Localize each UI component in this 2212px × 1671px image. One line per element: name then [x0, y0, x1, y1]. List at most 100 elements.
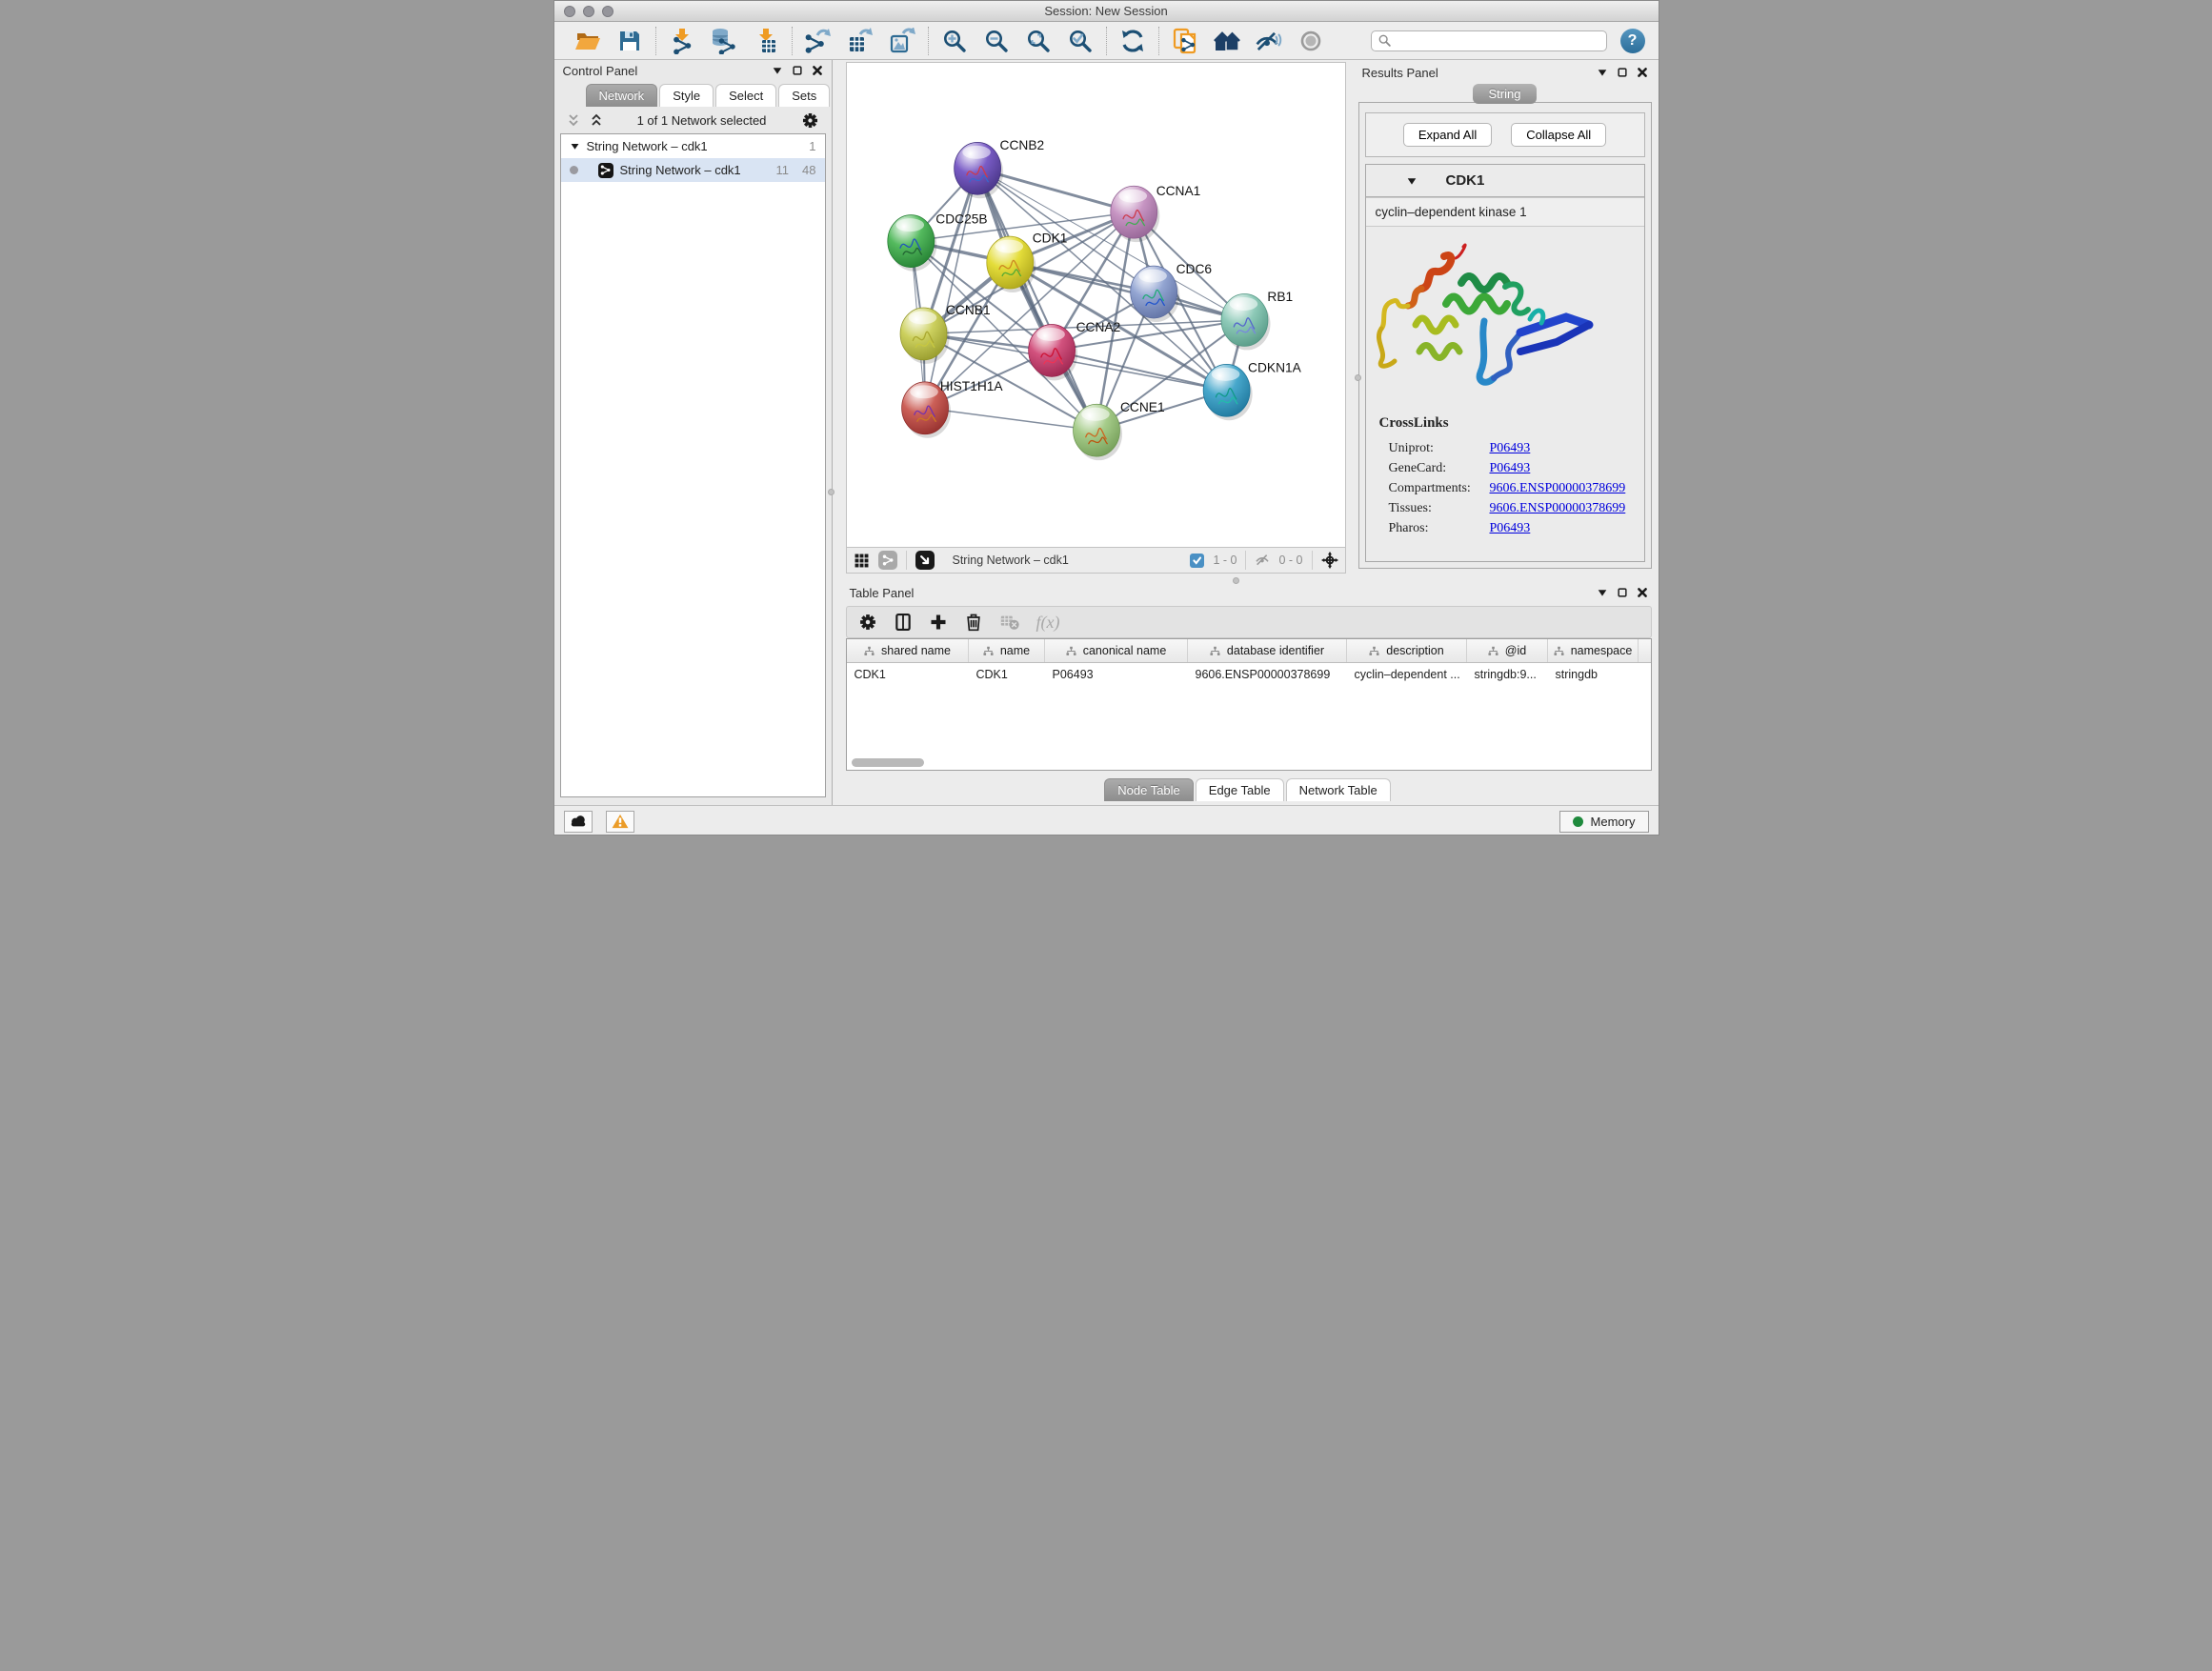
node-label-cdc6: CDC6 [1176, 262, 1211, 276]
string-home-button[interactable] [1214, 28, 1240, 54]
table-cell[interactable]: stringdb [1548, 668, 1639, 681]
export-image-button[interactable] [889, 28, 915, 54]
birds-eye-grid-button[interactable] [854, 553, 870, 569]
import-network-database-button[interactable] [711, 28, 737, 54]
column-header-canonical-name[interactable]: canonical name [1045, 639, 1188, 662]
delete-column-trash-icon[interactable] [964, 613, 983, 632]
network-overview-share-button[interactable] [878, 551, 897, 570]
network-graph[interactable]: CCNB2CCNA1CDC25BCDK1CDC6RB1CCNB1CCNA2CDK… [847, 63, 1345, 547]
results-panel-close-icon[interactable] [1637, 67, 1648, 78]
left-splitter-handle[interactable] [828, 489, 835, 495]
expand-all-button[interactable]: Expand All [1403, 123, 1492, 147]
collection-expander-icon[interactable] [570, 141, 580, 151]
table-horizontal-scrollbar[interactable] [852, 758, 924, 767]
node-label-hist1h1a: HIST1H1A [939, 379, 1003, 393]
zoom-out-button[interactable] [983, 28, 1010, 54]
memory-label: Memory [1591, 815, 1636, 829]
zoom-in-button[interactable] [941, 28, 968, 54]
crosslink-pharos-[interactable]: P06493 [1490, 521, 1644, 536]
table-cell[interactable]: CDK1 [969, 668, 1045, 681]
show-labels-button[interactable] [1297, 28, 1324, 54]
collapse-all-networks-icon[interactable] [567, 113, 580, 127]
crosslink-compartments-[interactable]: 9606.ENSP00000378699 [1490, 481, 1644, 496]
gene-header[interactable]: CDK1 [1366, 165, 1644, 197]
column-header-namespace[interactable]: namespace [1548, 639, 1639, 662]
table-row[interactable]: CDK1CDK1P064939606.ENSP00000378699cyclin… [847, 663, 1651, 685]
collapse-all-button[interactable]: Collapse All [1511, 123, 1606, 147]
string-import-button[interactable] [1172, 28, 1198, 54]
selected-checkbox-icon[interactable] [1190, 554, 1204, 568]
import-network-file-button[interactable] [669, 28, 695, 54]
save-session-button[interactable] [616, 28, 643, 54]
warnings-button[interactable] [606, 811, 634, 833]
string-hide-glass-button[interactable] [1256, 28, 1282, 54]
export-table-button[interactable] [847, 28, 874, 54]
results-panel-float-icon[interactable] [1617, 67, 1628, 78]
table-panel-collapse-icon[interactable] [1597, 587, 1608, 598]
zoom-selected-button[interactable] [1067, 28, 1094, 54]
fit-content-crosshair-icon[interactable] [1321, 552, 1338, 569]
column-header-description[interactable]: description [1347, 639, 1467, 662]
add-column-icon[interactable] [929, 613, 948, 632]
tab-network[interactable]: Network [586, 84, 658, 107]
cloud-status-button[interactable] [564, 811, 593, 833]
search-field[interactable] [1397, 33, 1600, 49]
expand-all-networks-icon[interactable] [590, 113, 603, 127]
string-documents-icon [1172, 28, 1198, 54]
control-panel-collapse-icon[interactable] [772, 65, 783, 76]
network-row[interactable]: String Network – cdk1 11 48 [561, 158, 825, 182]
export-network-button[interactable] [805, 28, 832, 54]
open-session-button[interactable] [574, 28, 601, 54]
show-columns-icon[interactable] [894, 613, 913, 632]
zoom-window-button[interactable] [602, 6, 613, 17]
table-header-row: shared namenamecanonical namedatabase id… [847, 639, 1651, 663]
table-cell[interactable]: P06493 [1045, 668, 1188, 681]
crosslink-label: Pharos: [1389, 521, 1490, 536]
table-cell[interactable]: stringdb:9... [1467, 668, 1548, 681]
detach-view-button[interactable] [915, 551, 935, 570]
gene-section: CDK1 cyclin–dependent kinase 1 [1365, 164, 1645, 562]
apply-layout-button[interactable] [1119, 28, 1146, 54]
network-canvas[interactable]: CCNB2CCNA1CDC25BCDK1CDC6RB1CCNB1CCNA2CDK… [846, 62, 1346, 547]
tab-string[interactable]: String [1473, 84, 1538, 104]
crosslink-tissues-[interactable]: 9606.ENSP00000378699 [1490, 501, 1644, 516]
zoom-selected-icon [1067, 28, 1094, 54]
column-header-database-identifier[interactable]: database identifier [1188, 639, 1347, 662]
crosslink-genecard-[interactable]: P06493 [1490, 461, 1644, 476]
tab-select[interactable]: Select [715, 84, 776, 107]
import-table-button[interactable] [753, 28, 779, 54]
column-header-name[interactable]: name [969, 639, 1045, 662]
table-cell[interactable]: CDK1 [847, 668, 969, 681]
help-button[interactable]: ? [1620, 29, 1645, 53]
results-panel-collapse-icon[interactable] [1597, 67, 1608, 78]
column-header--id[interactable]: @id [1467, 639, 1548, 662]
memory-button[interactable]: Memory [1559, 811, 1649, 833]
collection-name: String Network – cdk1 [587, 139, 708, 153]
network-edge[interactable] [925, 169, 977, 409]
tab-network-table[interactable]: Network Table [1286, 778, 1391, 801]
right-splitter-handle[interactable] [1355, 374, 1361, 381]
control-panel-close-icon[interactable] [812, 65, 823, 76]
zoom-fit-button[interactable] [1025, 28, 1052, 54]
table-panel-float-icon[interactable] [1617, 587, 1628, 598]
close-window-button[interactable] [564, 6, 575, 17]
tab-node-table[interactable]: Node Table [1104, 778, 1194, 801]
minimize-window-button[interactable] [583, 6, 594, 17]
gene-collapse-icon[interactable] [1406, 175, 1418, 187]
string-results-box: Expand All Collapse All CDK1 cyclin–depe… [1358, 102, 1652, 569]
search-input[interactable] [1371, 30, 1607, 51]
table-cell[interactable]: 9606.ENSP00000378699 [1188, 668, 1347, 681]
table-options-gear-icon[interactable] [858, 613, 877, 632]
table-cell[interactable]: cyclin–dependent ... [1347, 668, 1467, 681]
network-list: String Network – cdk1 1 String Network –… [560, 133, 826, 797]
network-collection-row[interactable]: String Network – cdk1 1 [561, 134, 825, 158]
network-options-gear-icon[interactable] [801, 111, 819, 130]
crosslink-uniprot-[interactable]: P06493 [1490, 441, 1644, 456]
control-panel-float-icon[interactable] [792, 65, 803, 76]
tab-style[interactable]: Style [659, 84, 714, 107]
horizontal-splitter-handle[interactable] [1233, 577, 1239, 584]
column-header-shared-name[interactable]: shared name [847, 639, 969, 662]
tab-edge-table[interactable]: Edge Table [1196, 778, 1284, 801]
tab-sets[interactable]: Sets [778, 84, 830, 107]
table-panel-close-icon[interactable] [1637, 587, 1648, 598]
